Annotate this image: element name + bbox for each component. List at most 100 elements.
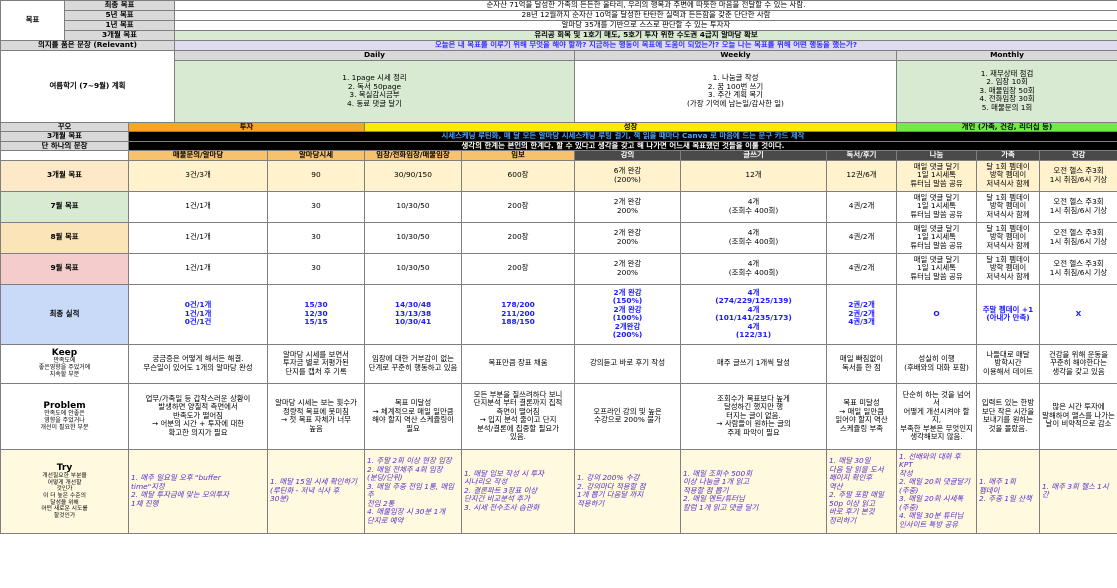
table-cell[interactable]: 오전 헬스 주3회 1시 취침/6시 기상 — [1039, 159, 1117, 192]
plan-weekly-cell[interactable]: 1. 나눔글 작성 2. 꿈 100번 쓰기 3. 주간 계획 복기 (가장 기… — [574, 59, 897, 123]
problem-cell[interactable]: 모든 부분을 질쓰려하다 보니 단지분석 부터 결론까지 집적 측면이 떨어짐 … — [461, 382, 575, 450]
table-cell[interactable]: 1건/1개 — [128, 190, 268, 223]
table-cell[interactable]: 4개 (조회수 400회) — [680, 190, 827, 223]
column-header[interactable]: 강의 — [574, 150, 681, 161]
goal-label-relevant[interactable]: 의지를 품은 문장 (Relevant) — [0, 40, 175, 51]
keep-cell[interactable]: 매일 빠짐없이 독서를 한 점 — [826, 343, 897, 384]
goal-text-final[interactable]: 순자산 71억을 달성한 가족의 든든한 울타리, 우리의 행복과 주변에 따뜻… — [174, 0, 1117, 11]
result-cell[interactable]: 15/30 12/30 15/15 — [267, 283, 365, 345]
try-label-cell[interactable]: Try 개선필요한 부분을 어떻게 개선할 것인가 이 더 높은 수준의 달성을… — [0, 448, 129, 534]
column-header[interactable]: 임보 — [461, 150, 575, 161]
row-label[interactable]: 9월 목표 — [0, 252, 129, 285]
goal-label-final[interactable]: 최종 목표 — [64, 0, 175, 11]
dream-label[interactable]: 꾸오 — [0, 121, 129, 133]
table-cell[interactable]: 10/30/50 — [364, 221, 462, 254]
table-cell[interactable]: 달 1회 펨데이 방학 펨데이 저녁식사 함께 — [976, 252, 1040, 285]
table-cell[interactable]: 30 — [267, 252, 365, 285]
column-header[interactable]: 임장/전화임장/매물임장 — [364, 150, 462, 161]
problem-cell[interactable]: 입력트 있는 한방 보단 작은 시간을 보내기를 원하는 것을 몰랐음. — [976, 382, 1040, 450]
try-cell[interactable]: 1. 매주 일요일 오후 "buffer time"지정 2. 매달 투자금에 … — [128, 448, 268, 534]
table-cell[interactable]: 2개 완강 200% — [574, 252, 681, 285]
table-cell[interactable]: 달 1회 펨데이 방학 펨데이 저녁식사 함께 — [976, 159, 1040, 192]
keep-cell[interactable]: 나들대로 매달 방학시간 이용해서 데이트 — [976, 343, 1040, 384]
column-header[interactable]: 알마당시세 — [267, 150, 365, 161]
keep-label-cell[interactable]: Keep 만족도에 좋은영향을 주었거에 지속할 부분 — [0, 343, 129, 384]
result-cell[interactable]: 4개 (274/229/125/139) 4개 (101/141/235/173… — [680, 283, 827, 345]
column-header[interactable]: 매물문의/알마당 — [128, 150, 268, 161]
problem-cell[interactable]: 단순히 하는 것을 넘어서 어떻게 개선시켜야 할지, 부족한 부분은 무엇인지… — [896, 382, 977, 450]
table-cell[interactable]: 6개 완강 (200%) — [574, 159, 681, 192]
column-header[interactable]: 건강 — [1039, 150, 1117, 161]
keep-cell[interactable]: 알마당 시세를 보면서 투자금 별로 저평가된 단지를 캡처 후 기록 — [267, 343, 365, 384]
keep-cell[interactable]: 임장에 대한 거부감이 없는 단계로 꾸준히 행동하고 있음 — [364, 343, 462, 384]
try-cell[interactable]: 1. 매달 입보 작성 시 투자 시나리오 작성 2. 결론파트 3장표 이상 … — [461, 448, 575, 534]
table-cell[interactable]: 90 — [267, 159, 365, 192]
table-cell[interactable]: 매일 댓글 달기 1일 1시세톡 튜터님 말씀 공유 — [896, 252, 977, 285]
goal-text-5yr[interactable]: 28년 12월까지 순자산 10억을 달성한 탄탄한 실력과 든든함을 갖춘 단… — [174, 10, 1117, 21]
column-header[interactable]: 독서/후기 — [826, 150, 897, 161]
table-cell[interactable]: 오전 헬스 주3회 1시 취침/6시 기상 — [1039, 221, 1117, 254]
plan-label[interactable]: 여름학기 (7~9월) 계획 — [0, 50, 175, 123]
goal-text-1yr[interactable]: 알마당 35개를 기반으로 스스로 판단할 수 있는 투자자 — [174, 20, 1117, 31]
table-cell[interactable]: 매일 댓글 달기 1일 1시세톡 튜터님 말씀 공유 — [896, 221, 977, 254]
problem-cell[interactable]: 많은 시간 투자에 말해하여 앨스를 나가는 날이 비약적으로 감소 — [1039, 382, 1117, 450]
try-cell[interactable]: 1. 매달 30일 다음 달 읽을 도서 페이지 확인후 역산 2. 주말 포함… — [826, 448, 897, 534]
dream-personal[interactable]: 개인 (가족, 건강, 리더십 등) — [896, 121, 1117, 133]
plan-weekly-title[interactable]: Weekly — [574, 50, 897, 61]
keep-cell[interactable]: 궁금증은 어떻게 해서든 해결. 무슨일이 있어도 1개의 알마당 완성 — [128, 343, 268, 384]
table-cell[interactable]: 30/90/150 — [364, 159, 462, 192]
table-cell[interactable]: 200장 — [461, 221, 575, 254]
goal-label-5yr[interactable]: 5년 목표 — [64, 10, 175, 21]
table-cell[interactable]: 오전 헬스 주3회 1시 취침/6시 기상 — [1039, 252, 1117, 285]
dream-goal3-text[interactable]: 시세스케닝 루틴화, 매 달 모든 알마당 시세스캐닝 루팅 걸기, 책 읽을 … — [128, 131, 1117, 142]
table-cell[interactable]: 1건/1개 — [128, 221, 268, 254]
result-cell[interactable]: O — [896, 283, 977, 345]
keep-cell[interactable]: 목표만큼 장표 채움 — [461, 343, 575, 384]
column-header[interactable]: 가족 — [976, 150, 1040, 161]
table-cell[interactable]: 4권/2개 — [826, 252, 897, 285]
table-cell[interactable]: 2개 완강 200% — [574, 221, 681, 254]
column-header[interactable]: 글쓰기 — [680, 150, 827, 161]
table-cell[interactable]: 4개 (조회수 400회) — [680, 221, 827, 254]
plan-daily-cell[interactable]: 1. 1page 시세 정리 2. 독서 50page 3. 목실감시금부 4.… — [174, 59, 575, 123]
problem-cell[interactable]: 알마당 시세는 보는 횟수가 정량적 목표에 못미침 → 첫 목표 자체가 너무… — [267, 382, 365, 450]
plan-daily-title[interactable]: Daily — [174, 50, 575, 61]
problem-label-cell[interactable]: Problem 만족도에 안좋은 영향을 주었거나 개선이 필요한 부분 — [0, 382, 129, 450]
try-cell[interactable]: 1. 매일 조회수 500회 이상 나눔글 1개 읽고 적용할 점 뽑기 2. … — [680, 448, 827, 534]
goal-text-3mo[interactable]: 유리공 회복 및 1호기 매도, 5호기 투자 위한 수도권 4급지 알마당 확… — [174, 30, 1117, 41]
dream-growth[interactable]: 성장 — [364, 121, 897, 133]
dream-one-text[interactable]: 생각의 한계는 본인의 한계다. 할 수 있다고 생각을 갖고 해 나가면 어느… — [128, 140, 1117, 152]
table-cell[interactable]: 3건/3개 — [128, 159, 268, 192]
try-cell[interactable]: 1. 매주 3회 헬스 1시간 — [1039, 448, 1117, 534]
table-cell[interactable]: 오전 헬스 주3회 1시 취침/6시 기상 — [1039, 190, 1117, 223]
goal-text-relevant[interactable]: 오늘은 내 목표를 이루기 위해 무엇을 해야 할까? 지금하는 행동이 목표에… — [174, 40, 1117, 51]
keep-cell[interactable]: 성실히 이행 (후배와의 대화 포함) — [896, 343, 977, 384]
table-cell[interactable]: 10/30/50 — [364, 252, 462, 285]
row-label[interactable]: 8월 목표 — [0, 221, 129, 254]
dream-one-label[interactable]: 단 하나의 문장 — [0, 140, 129, 152]
problem-cell[interactable]: 조회수가 목표보다 높게 달성하긴 했지만 행 터지는 글이 없음. → 사람들… — [680, 382, 827, 450]
result-cell[interactable]: 2개 완강 (150%) 2개 완강 (100%) 2개완강 (200%) — [574, 283, 681, 345]
table-cell[interactable]: 매일 댓글 달기 1일 1시세톡 튜터님 말씀 공유 — [896, 159, 977, 192]
table-cell[interactable]: 30 — [267, 190, 365, 223]
table-cell[interactable]: 200장 — [461, 252, 575, 285]
row-label[interactable]: 최종 실적 — [0, 283, 129, 345]
column-header[interactable]: 나눔 — [896, 150, 977, 161]
goal-label-3mo[interactable]: 3개월 목표 — [64, 30, 175, 41]
table-cell[interactable]: 4권/2개 — [826, 190, 897, 223]
problem-cell[interactable]: 목표 미달성 → 매일 일만큼 읽어야 할지 역산 스케쥴링 부족 — [826, 382, 897, 450]
result-cell[interactable]: X — [1039, 283, 1117, 345]
keep-cell[interactable]: 강의듣고 바로 후기 작성 — [574, 343, 681, 384]
row-label[interactable]: 7월 목표 — [0, 190, 129, 223]
table-cell[interactable]: 30 — [267, 221, 365, 254]
table-cell[interactable]: 4개 (조회수 400회) — [680, 252, 827, 285]
table-cell[interactable]: 12개 — [680, 159, 827, 192]
result-cell[interactable]: 0건/1개 1건/1개 0건/1건 — [128, 283, 268, 345]
table-cell[interactable]: 200장 — [461, 190, 575, 223]
plan-monthly-cell[interactable]: 1. 재무상태 점검 2. 임장 10회 3. 매물임장 50회 4. 전화임장… — [896, 59, 1117, 123]
table-cell[interactable]: 600장 — [461, 159, 575, 192]
table-cell[interactable]: 1건/1개 — [128, 252, 268, 285]
try-cell[interactable]: 1. 강의 200% 수강 2. 강의마다 적용할 점 1개 뽑기 다음달 까지… — [574, 448, 681, 534]
table-cell[interactable]: 달 1회 펨데이 방학 펨데이 저녁식사 함께 — [976, 190, 1040, 223]
table-cell[interactable]: 매일 댓글 달기 1일 1시세톡 튜터님 말씀 공유 — [896, 190, 977, 223]
